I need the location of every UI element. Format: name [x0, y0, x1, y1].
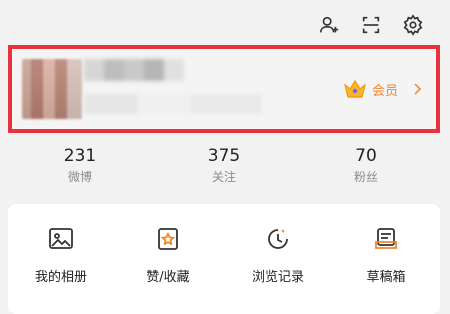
stat-label: 粉丝: [353, 170, 378, 184]
stat-value: 231: [63, 146, 97, 166]
username-redacted: [84, 59, 184, 81]
likes-favorites-icon: [158, 228, 178, 250]
tool-label: 赞/收藏: [146, 270, 190, 285]
drafts-icon: [375, 228, 397, 249]
tool-likes-favorites[interactable]: 赞/收藏: [123, 224, 213, 285]
scan-icon[interactable]: [358, 12, 384, 38]
tool-label: 我的相册: [34, 270, 87, 285]
tool-drafts[interactable]: 草稿箱: [341, 224, 431, 285]
stat-label: 微博: [67, 170, 92, 184]
tool-label: 草稿箱: [366, 270, 406, 285]
profile-description-redacted: [84, 94, 262, 114]
stat-followers[interactable]: 70 粉丝: [326, 146, 406, 185]
stat-label: 关注: [211, 170, 236, 184]
stat-following[interactable]: 375 关注: [184, 146, 264, 185]
settings-icon[interactable]: [400, 12, 426, 38]
profile-card[interactable]: 会员: [8, 45, 440, 133]
album-icon: [49, 228, 73, 249]
chevron-right-icon: [414, 83, 422, 95]
tool-label: 浏览记录: [251, 270, 304, 285]
history-icon: [268, 229, 288, 249]
stat-value: 70: [355, 146, 377, 166]
member-label: 会员: [371, 83, 398, 99]
stat-weibo[interactable]: 231 微博: [40, 146, 120, 185]
tool-album[interactable]: 我的相册: [16, 224, 106, 285]
add-user-icon[interactable]: [316, 12, 342, 38]
stat-value: 375: [207, 146, 241, 166]
member-button[interactable]: 会员: [342, 77, 424, 101]
tool-history[interactable]: 浏览记录: [233, 224, 323, 285]
crown-icon: [343, 79, 366, 98]
avatar[interactable]: [22, 59, 82, 119]
top-icon-bar: [316, 12, 426, 38]
